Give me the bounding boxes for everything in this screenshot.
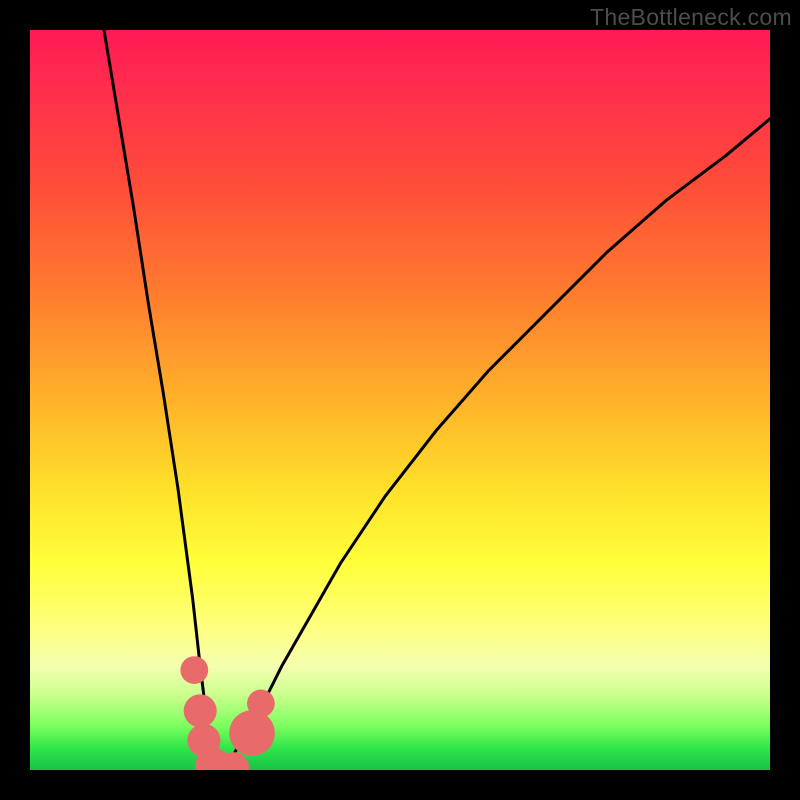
data-marker <box>180 656 208 684</box>
bottleneck-curve <box>104 30 770 770</box>
data-marker <box>247 690 275 718</box>
marker-layer <box>180 656 274 770</box>
data-marker <box>184 694 217 727</box>
chart-frame: TheBottleneck.com <box>0 0 800 800</box>
watermark-text: TheBottleneck.com <box>590 4 792 31</box>
curve-layer <box>104 30 770 770</box>
chart-svg <box>30 30 770 770</box>
data-marker <box>229 710 275 756</box>
plot-area <box>30 30 770 770</box>
